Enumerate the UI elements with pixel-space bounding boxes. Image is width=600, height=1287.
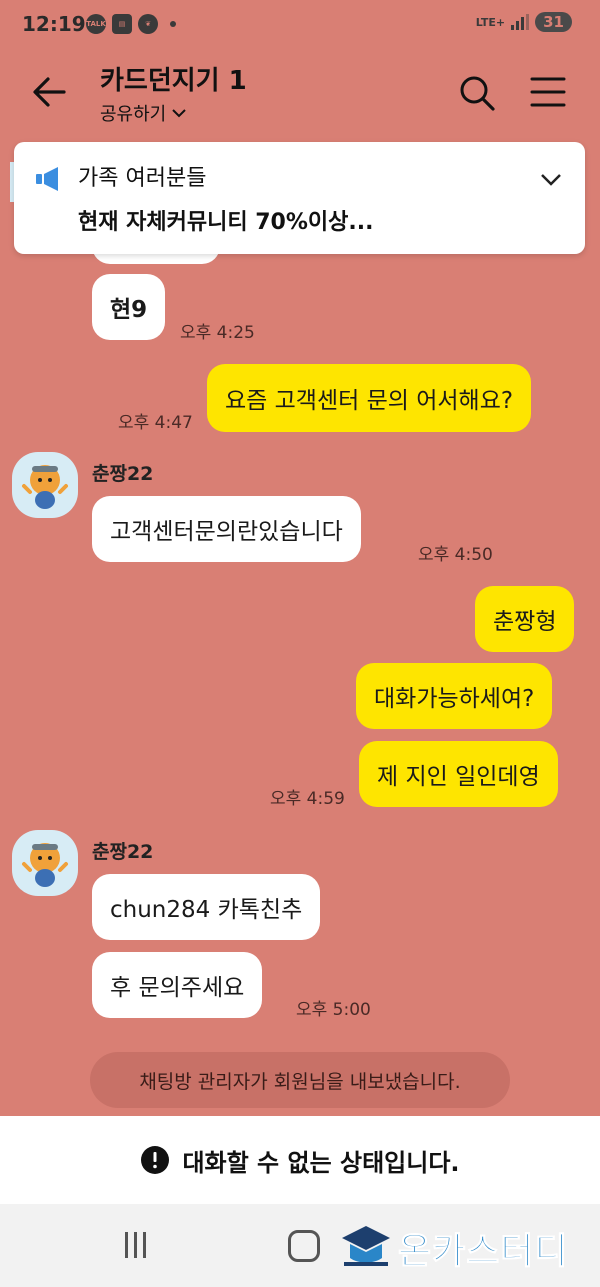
recent-apps-icon[interactable] bbox=[120, 1232, 150, 1260]
menu-icon[interactable] bbox=[530, 76, 566, 108]
message-time: 오후 5:00 bbox=[296, 1000, 371, 1020]
graduation-cap-icon bbox=[342, 1226, 390, 1266]
chevron-down-icon bbox=[172, 109, 186, 118]
leaf-icon: ❦ bbox=[138, 14, 158, 34]
message-time: 오후 4:50 bbox=[418, 545, 493, 565]
watermark-text: 온카스터디 bbox=[398, 1231, 569, 1273]
status-right: LTE+ 31 bbox=[476, 12, 572, 32]
home-icon[interactable] bbox=[288, 1230, 320, 1262]
back-arrow-icon[interactable] bbox=[30, 72, 70, 112]
network-label: LTE+ bbox=[475, 15, 506, 29]
watermark-logo: 온카스터디 bbox=[340, 1222, 569, 1274]
share-button[interactable]: 공유하기 bbox=[100, 100, 188, 126]
share-label: 공유하기 bbox=[100, 104, 167, 125]
message-text: chun284 카톡친추 bbox=[110, 897, 303, 923]
chat-title: 카드던지기 1 bbox=[100, 66, 247, 96]
ryan-character-icon bbox=[22, 465, 68, 509]
news-icon: ▤ bbox=[112, 14, 132, 34]
dot-icon bbox=[170, 21, 176, 27]
message-text: 요즘 고객센터 문의 어서해요? bbox=[225, 388, 514, 414]
status-notification-icons: TALK ▤ ❦ bbox=[86, 14, 176, 34]
ryan-character-icon bbox=[22, 843, 68, 887]
battery-level: 31 bbox=[535, 12, 572, 32]
notice-body: 현재 자체커뮤니티 70%이상... bbox=[78, 210, 374, 235]
message-text: 대화가능하세여? bbox=[374, 686, 535, 712]
chat-disabled-footer: 대화할 수 없는 상태입니다. bbox=[0, 1116, 600, 1204]
sender-name: 춘짱22 bbox=[92, 463, 154, 485]
notice-title: 가족 여러분들 bbox=[78, 166, 207, 191]
message-text: 고객센터문의란있습니다 bbox=[110, 519, 343, 545]
talk-icon: TALK bbox=[86, 14, 106, 34]
message-time: 오후 4:25 bbox=[180, 323, 255, 343]
system-message: 채팅방 관리자가 회원님을 내보냈습니다. bbox=[90, 1052, 510, 1108]
notice-banner[interactable]: 가족 여러분들 현재 자체커뮤니티 70%이상... bbox=[14, 142, 585, 254]
message-bubble: 요즘 고객센터 문의 어서해요? bbox=[207, 364, 532, 432]
message-bubble: 현9 bbox=[92, 274, 166, 340]
message-text: 춘짱형 bbox=[493, 609, 557, 635]
signal-icon bbox=[511, 14, 530, 30]
avatar[interactable] bbox=[12, 452, 78, 518]
alert-icon bbox=[141, 1146, 170, 1174]
message-bubble: chun284 카톡친추 bbox=[92, 874, 321, 940]
megaphone-icon bbox=[36, 167, 58, 191]
message-text: 현9 bbox=[110, 297, 148, 323]
chevron-down-icon[interactable] bbox=[538, 166, 564, 192]
message-bubble: 고객센터문의란있습니다 bbox=[92, 496, 361, 562]
message-bubble: 후 문의주세요 bbox=[92, 952, 263, 1018]
search-icon[interactable] bbox=[458, 74, 496, 112]
message-text: 제 지인 일인데영 bbox=[377, 764, 540, 790]
footer-text: 대화할 수 없는 상태입니다. bbox=[182, 1148, 460, 1177]
message-text: 후 문의주세요 bbox=[110, 975, 245, 1001]
avatar[interactable] bbox=[12, 830, 78, 896]
message-time: 오후 4:47 bbox=[118, 413, 193, 433]
message-bubble: 대화가능하세여? bbox=[356, 663, 553, 729]
message-bubble: 춘짱형 bbox=[475, 586, 575, 652]
message-time: 오후 4:59 bbox=[270, 789, 345, 809]
status-time: 12:19 bbox=[22, 12, 86, 36]
message-bubble: 제 지인 일인데영 bbox=[359, 741, 558, 807]
sender-name: 춘짱22 bbox=[92, 841, 154, 863]
